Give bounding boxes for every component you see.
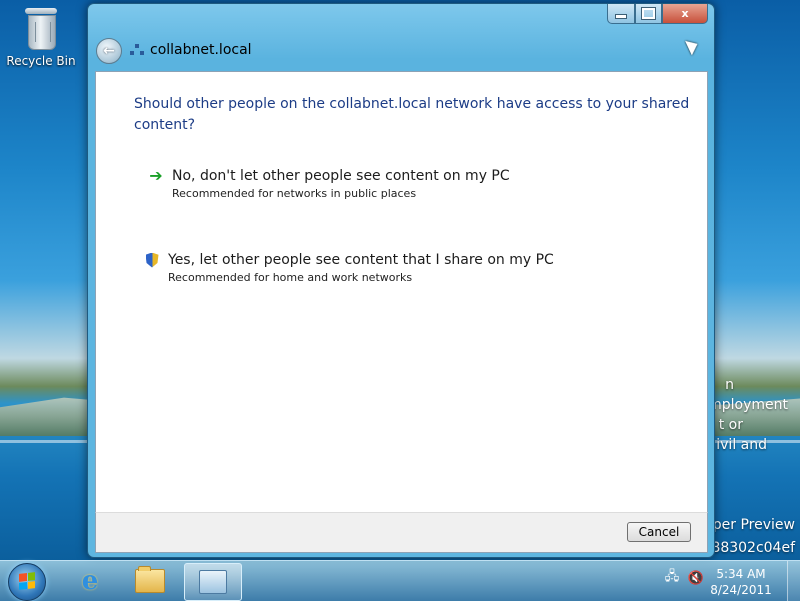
dialog-content: Should other people on the collabnet.loc… (95, 71, 708, 514)
option-title: No, don't let other people see content o… (172, 168, 510, 184)
cancel-button[interactable]: Cancel (627, 522, 691, 542)
background-text-line: ivil and (716, 437, 767, 453)
start-button[interactable] (8, 563, 46, 601)
clock-date: 8/24/2011 (710, 583, 772, 597)
internet-explorer-icon: e (81, 566, 99, 596)
maximize-icon (641, 7, 656, 20)
clock-time: 5:34 AM (716, 567, 766, 581)
background-text-line: n (725, 377, 734, 393)
clock[interactable]: 5:34 AM 8/24/2011 (706, 566, 776, 598)
background-text-line: 88302c04ef (711, 540, 795, 556)
folder-icon (135, 566, 165, 593)
taskbar-internet-explorer[interactable]: e (62, 563, 118, 599)
background-text-line: t or (718, 417, 743, 433)
back-button[interactable]: ← (96, 38, 122, 64)
window-controls: x (607, 4, 708, 24)
taskbar-windows-explorer[interactable] (122, 563, 178, 599)
window-title-bar: collabnet.local (130, 42, 252, 58)
background-text-line: mployment (708, 397, 788, 413)
uac-shield-icon (144, 252, 160, 268)
volume-muted-icon[interactable]: 🔇 (688, 570, 704, 586)
option-allow-sharing[interactable]: Yes, let other people see content that I… (144, 250, 554, 285)
dialog-footer: Cancel (95, 512, 708, 553)
green-arrow-icon: ➔ (149, 166, 163, 185)
recycle-bin-icon (23, 6, 59, 50)
option-title: Yes, let other people see content that I… (168, 252, 554, 268)
option-subtitle: Recommended for home and work networks (168, 271, 413, 284)
window-title: collabnet.local (150, 42, 252, 58)
close-button[interactable]: x (662, 4, 708, 24)
sharing-question: Should other people on the collabnet.loc… (134, 96, 690, 133)
minimize-button[interactable] (607, 4, 635, 24)
option-no-sharing[interactable]: ➔ No, don't let other people see content… (148, 166, 510, 201)
windows-logo-icon (19, 572, 35, 590)
recycle-bin-shortcut[interactable]: Recycle Bin (6, 6, 76, 68)
close-icon: x (681, 7, 689, 20)
taskbar: e 🖧 🔇 5:34 AM 8/24/2011 (0, 560, 800, 601)
taskbar-control-panel[interactable] (184, 563, 242, 601)
background-text-line: oper Preview (704, 517, 795, 533)
network-sharing-dialog: x ← collabnet.local Should other people … (87, 3, 715, 558)
network-icon (130, 44, 144, 56)
system-tray: 🖧 🔇 (664, 569, 704, 586)
network-status-icon[interactable]: 🖧 (664, 569, 680, 586)
recycle-bin-label: Recycle Bin (6, 54, 76, 68)
option-subtitle: Recommended for networks in public place… (172, 187, 417, 200)
control-panel-icon (199, 570, 227, 594)
maximize-button[interactable] (635, 4, 662, 24)
back-arrow-icon: ← (103, 43, 115, 59)
show-desktop-button[interactable] (787, 561, 800, 601)
minimize-icon (615, 14, 627, 19)
